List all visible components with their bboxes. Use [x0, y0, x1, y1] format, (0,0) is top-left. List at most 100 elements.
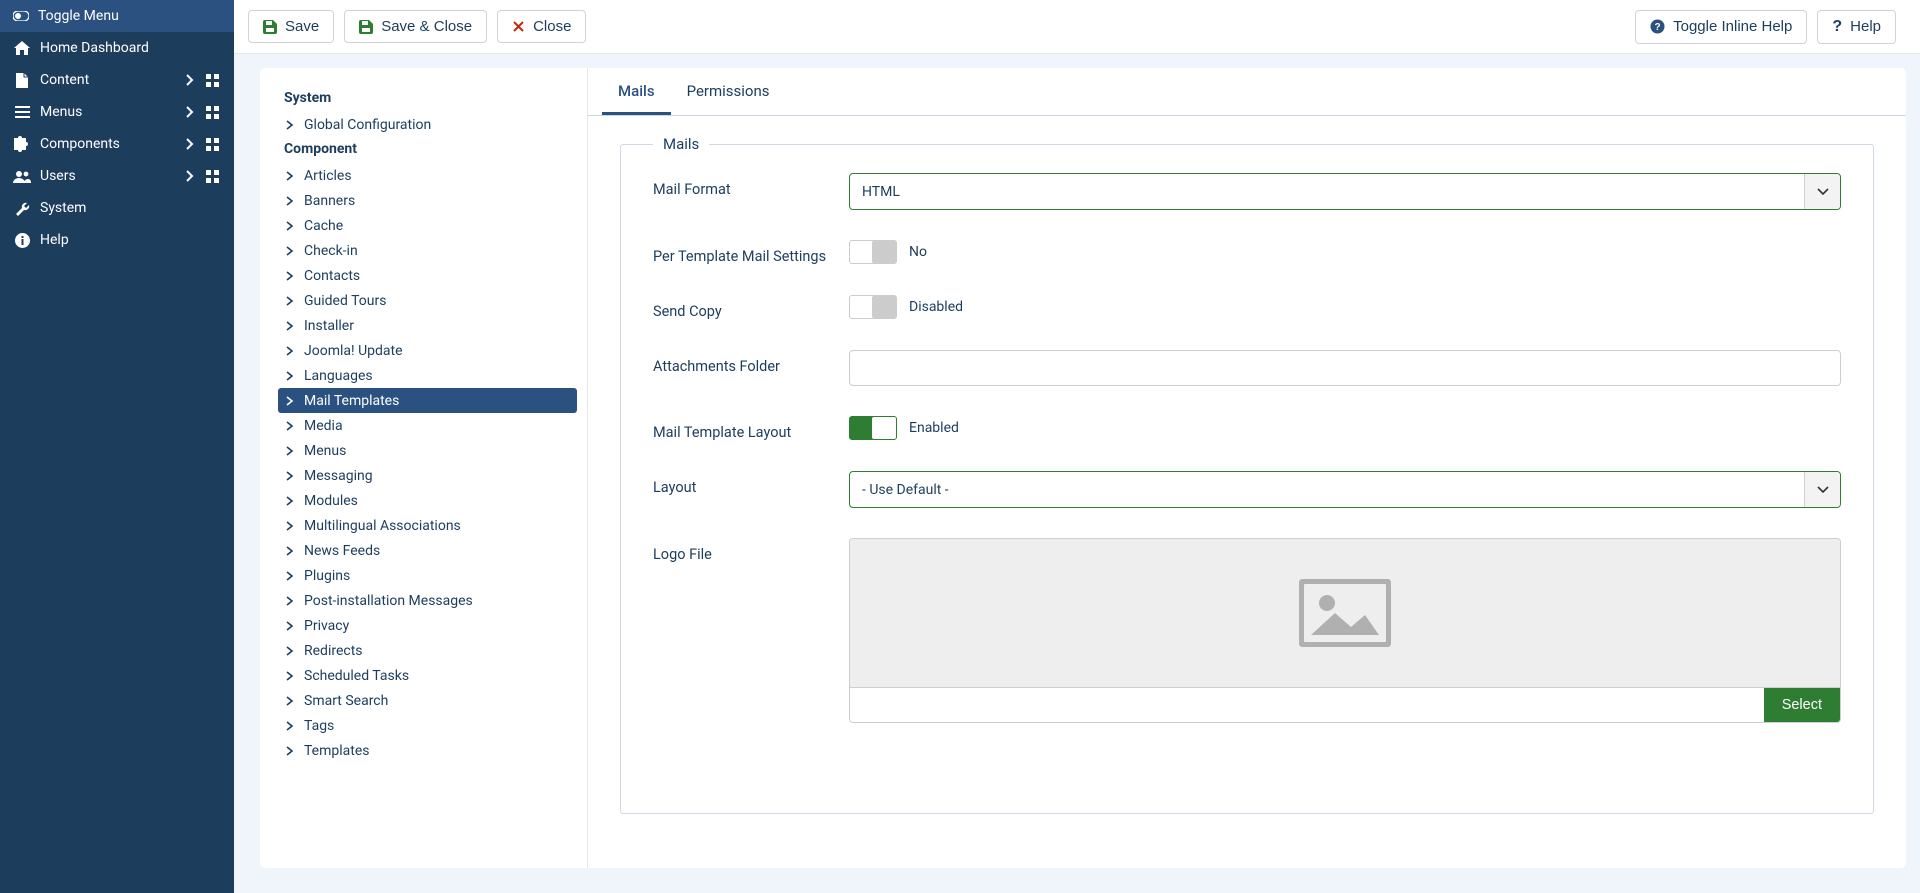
- config-item-label: Check-in: [304, 243, 358, 259]
- chevron-right-icon: [286, 271, 300, 281]
- logo-preview: [850, 539, 1840, 687]
- config-item-joomla-update[interactable]: Joomla! Update: [278, 338, 577, 363]
- config-item-label: Global Configuration: [304, 117, 431, 133]
- save-icon: [359, 20, 373, 34]
- sidebar-item-label: Menus: [40, 104, 186, 120]
- config-item-installer[interactable]: Installer: [278, 313, 577, 338]
- dashboard-grid-icon[interactable]: [206, 74, 222, 87]
- info-icon: [12, 233, 32, 248]
- chevron-right-icon: [286, 421, 300, 431]
- users-icon: [12, 170, 32, 183]
- send-copy-state: Disabled: [909, 299, 963, 315]
- attachments-folder-input[interactable]: [849, 350, 1841, 386]
- main-sidebar: Toggle Menu Home Dashboard Content Menus Co…: [0, 0, 234, 893]
- config-item-redirects[interactable]: Redirects: [278, 638, 577, 663]
- chevron-right-icon: [186, 74, 200, 86]
- config-item-label: Mail Templates: [304, 393, 399, 409]
- config-item-mail-templates[interactable]: Mail Templates: [278, 388, 577, 413]
- save-button[interactable]: Save: [248, 10, 334, 43]
- config-item-smart-search[interactable]: Smart Search: [278, 688, 577, 713]
- toggle-menu-label: Toggle Menu: [38, 8, 119, 24]
- toggle-inline-help-button[interactable]: ? Toggle Inline Help: [1635, 10, 1807, 44]
- chevron-right-icon: [286, 496, 300, 506]
- home-icon: [12, 41, 32, 55]
- config-item-contacts[interactable]: Contacts: [278, 263, 577, 288]
- chevron-right-icon: [286, 546, 300, 556]
- logo-select-button[interactable]: Select: [1764, 688, 1840, 722]
- config-item-media[interactable]: Media: [278, 413, 577, 438]
- config-item-label: Redirects: [304, 643, 363, 659]
- config-item-scheduled-tasks[interactable]: Scheduled Tasks: [278, 663, 577, 688]
- config-item-articles[interactable]: Articles: [278, 163, 577, 188]
- chevron-right-icon: [286, 346, 300, 356]
- sidebar-item-home-dashboard[interactable]: Home Dashboard: [0, 32, 234, 64]
- config-item-label: Languages: [304, 368, 373, 384]
- config-item-label: Guided Tours: [304, 293, 386, 309]
- sidebar-item-users[interactable]: Users: [0, 160, 234, 192]
- config-item-label: Articles: [304, 168, 352, 184]
- config-item-tags[interactable]: Tags: [278, 713, 577, 738]
- mail-template-layout-label: Mail Template Layout: [653, 416, 849, 441]
- config-item-label: News Feeds: [304, 543, 380, 559]
- tab-mails[interactable]: Mails: [602, 68, 671, 115]
- chevron-right-icon: [286, 596, 300, 606]
- config-item-global-configuration[interactable]: Global Configuration: [278, 112, 577, 137]
- puzzle-icon: [12, 136, 32, 152]
- close-button[interactable]: Close: [497, 10, 586, 43]
- sidebar-item-content[interactable]: Content: [0, 64, 234, 96]
- config-item-modules[interactable]: Modules: [278, 488, 577, 513]
- chevron-right-icon: [286, 196, 300, 206]
- config-item-cache[interactable]: Cache: [278, 213, 577, 238]
- sidebar-item-system[interactable]: System: [0, 192, 234, 224]
- dashboard-grid-icon[interactable]: [206, 138, 222, 151]
- config-item-check-in[interactable]: Check-in: [278, 238, 577, 263]
- mail-template-layout-state: Enabled: [909, 420, 959, 436]
- sidebar-item-help[interactable]: Help: [0, 224, 234, 256]
- send-copy-label: Send Copy: [653, 295, 849, 320]
- chevron-right-icon: [286, 646, 300, 656]
- content-area: SystemGlobal ConfigurationComponentArtic…: [234, 54, 1920, 893]
- config-item-label: Multilingual Associations: [304, 518, 461, 534]
- help-label: Help: [1850, 18, 1881, 35]
- chevron-right-icon: [286, 521, 300, 531]
- config-item-guided-tours[interactable]: Guided Tours: [278, 288, 577, 313]
- sidebar-item-label: Users: [40, 168, 186, 184]
- chevron-right-icon: [286, 671, 300, 681]
- config-item-multilingual-associations[interactable]: Multilingual Associations: [278, 513, 577, 538]
- mail-template-layout-toggle[interactable]: [849, 416, 897, 440]
- sidebar-item-menus[interactable]: Menus: [0, 96, 234, 128]
- question-circle-icon: ?: [1650, 19, 1665, 34]
- toggle-menu-button[interactable]: Toggle Menu: [0, 0, 234, 32]
- send-copy-toggle[interactable]: [849, 295, 897, 319]
- sidebar-item-label: Content: [40, 72, 186, 88]
- tab-permissions[interactable]: Permissions: [671, 68, 786, 115]
- tabs: Mails Permissions: [588, 68, 1906, 116]
- layout-label: Layout: [653, 471, 849, 496]
- config-item-languages[interactable]: Languages: [278, 363, 577, 388]
- mail-format-select[interactable]: HTML: [849, 173, 1841, 210]
- save-close-button[interactable]: Save & Close: [344, 10, 487, 43]
- svg-text:?: ?: [1655, 22, 1661, 33]
- wrench-icon: [12, 201, 32, 216]
- config-item-plugins[interactable]: Plugins: [278, 563, 577, 588]
- config-item-label: Messaging: [304, 468, 373, 484]
- sidebar-item-components[interactable]: Components: [0, 128, 234, 160]
- logo-path-input[interactable]: [850, 688, 1764, 722]
- config-item-news-feeds[interactable]: News Feeds: [278, 538, 577, 563]
- layout-value: - Use Default -: [850, 482, 1804, 498]
- sidebar-item-label: Components: [40, 136, 186, 152]
- close-label: Close: [533, 18, 571, 35]
- per-template-toggle[interactable]: [849, 240, 897, 264]
- dashboard-grid-icon[interactable]: [206, 170, 222, 183]
- help-button[interactable]: ? Help: [1817, 10, 1896, 44]
- config-item-menus[interactable]: Menus: [278, 438, 577, 463]
- dashboard-grid-icon[interactable]: [206, 106, 222, 119]
- config-item-post-installation-messages[interactable]: Post-installation Messages: [278, 588, 577, 613]
- config-group-heading: System: [278, 86, 577, 112]
- config-item-privacy[interactable]: Privacy: [278, 613, 577, 638]
- config-item-banners[interactable]: Banners: [278, 188, 577, 213]
- config-item-messaging[interactable]: Messaging: [278, 463, 577, 488]
- per-template-label: Per Template Mail Settings: [653, 240, 849, 265]
- layout-select[interactable]: - Use Default -: [849, 471, 1841, 508]
- config-item-templates[interactable]: Templates: [278, 738, 577, 763]
